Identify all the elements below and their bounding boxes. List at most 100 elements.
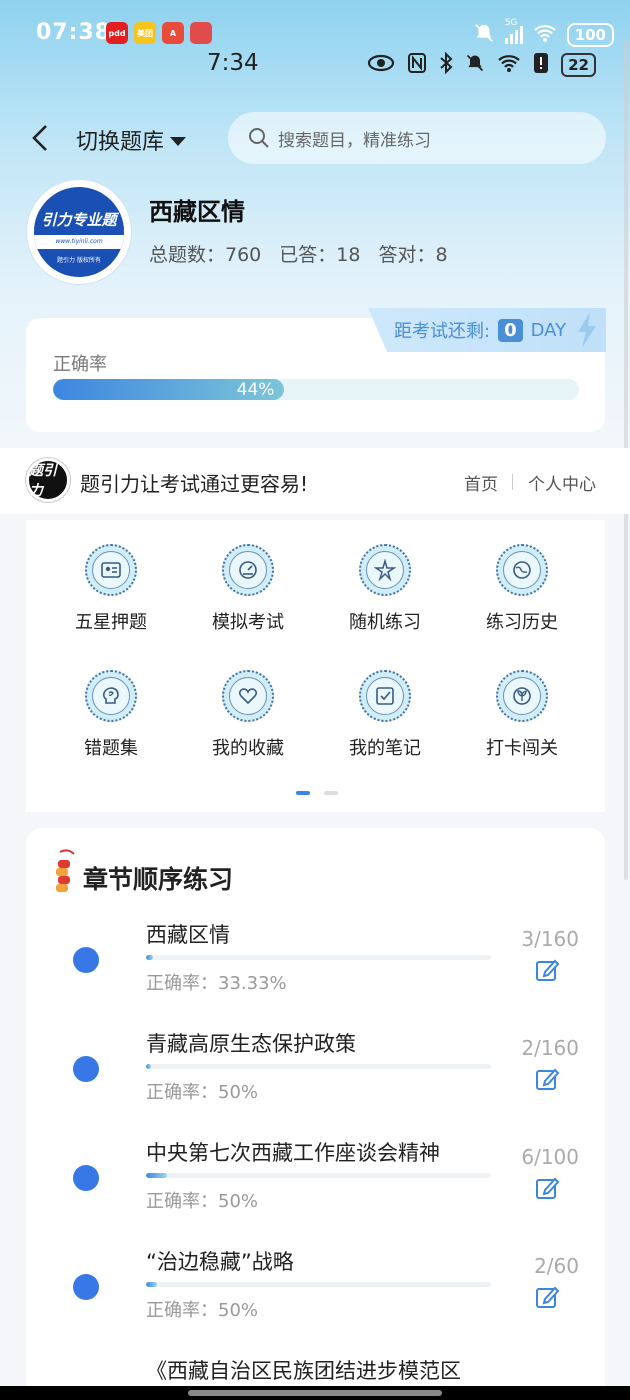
function-item[interactable]: 随机练习 <box>325 544 445 634</box>
function-item[interactable]: 我的收藏 <box>188 670 308 760</box>
chapter-accuracy: 正确率：50% <box>146 1191 259 1212</box>
globe-history-icon <box>496 544 548 596</box>
chapter-row[interactable]: 中央第七次西藏工作座谈会精神 正确率：50% 6/100 <box>26 1137 605 1246</box>
chapter-accuracy: 正确率：50% <box>146 1082 259 1103</box>
chapter-accuracy: 正确率：50% <box>146 1300 259 1321</box>
page-dot-active[interactable] <box>296 791 310 795</box>
nfc-icon <box>407 52 427 78</box>
chapter-accuracy: 正确率：33.33% <box>146 973 287 994</box>
edit-icon[interactable] <box>535 1284 561 1310</box>
id-card-icon <box>85 544 137 596</box>
chapter-progress-bar <box>146 1173 491 1178</box>
inner-status-time: 7:34 <box>207 50 259 76</box>
chapter-count: 2/60 <box>534 1254 579 1278</box>
edit-icon[interactable] <box>535 957 561 983</box>
chapter-progress-fill <box>146 955 153 960</box>
chapter-row[interactable]: 青藏高原生态保护政策 正确率：50% 2/160 <box>26 1028 605 1137</box>
brand-logo: 题引力 <box>26 458 70 502</box>
function-label: 模拟考试 <box>212 612 284 633</box>
chevron-left-icon <box>32 125 47 151</box>
exam-countdown: 距考试还剩: 0 DAY <box>368 308 606 352</box>
chapter-progress-fill <box>146 1064 152 1069</box>
chapter-name: 《西藏自治区民族团结进步模范区 <box>146 1359 461 1383</box>
function-item[interactable]: 练习历史 <box>462 544 582 634</box>
search-input[interactable]: 搜索题目，精准练习 <box>228 112 606 164</box>
subject-stats: 总题数：760 已答：18 答对：8 <box>149 240 448 267</box>
subject-title: 西藏区情 <box>149 198 245 226</box>
function-label: 五星押题 <box>75 612 147 633</box>
firecracker-icon <box>54 848 78 898</box>
app-icon-a: A <box>162 22 184 44</box>
search-placeholder: 搜索题目，精准练习 <box>278 130 431 151</box>
chapter-row[interactable]: 西藏区情正确率：33.33% 3/160 <box>26 919 605 1028</box>
eye-icon <box>367 53 395 77</box>
checkbox-note-icon <box>359 670 411 722</box>
mute-bell-icon <box>473 22 495 48</box>
edit-icon[interactable] <box>535 1066 561 1092</box>
function-label: 随机练习 <box>349 612 421 633</box>
countdown-value: 0 <box>498 318 523 342</box>
home-indicator[interactable] <box>188 1390 442 1396</box>
correct-count: 答对：8 <box>378 244 448 266</box>
chapter-bullet <box>73 1274 99 1300</box>
outer-status-time: 07:38 <box>36 20 112 45</box>
subject-logo: 引力专业题 www.tiyinli.com 题引力 版权所有 <box>27 180 131 284</box>
switch-bank-label: 切换题库 <box>76 130 165 155</box>
countdown-unit: DAY <box>530 319 567 341</box>
chapter-count: 6/100 <box>521 1145 579 1169</box>
chapter-bullet <box>73 1165 99 1191</box>
logo-rights: 题引力 版权所有 <box>57 257 101 264</box>
mute-bell-icon <box>465 53 485 77</box>
total-questions: 总题数：760 <box>149 244 262 266</box>
nav-divider <box>512 474 513 490</box>
chapter-progress-fill <box>146 1282 158 1287</box>
status-app-icons: pdd 美团 A <box>106 22 212 44</box>
function-item[interactable]: 五星押题 <box>51 544 171 634</box>
shuffle-star-icon <box>359 544 411 596</box>
app-icon-b <box>190 22 212 44</box>
function-item[interactable]: 打卡闯关 <box>462 670 582 760</box>
page-dot[interactable] <box>324 791 338 795</box>
logo-url: www.tiyinli.com <box>34 235 124 249</box>
nav-home-link[interactable]: 首页 <box>464 470 498 495</box>
chapter-bullet <box>73 947 99 973</box>
function-item[interactable]: 错题集 <box>51 670 171 760</box>
meituan-app-icon: 美团 <box>134 22 156 44</box>
chapter-progress-fill <box>146 1173 167 1178</box>
outer-battery: 100 <box>566 23 614 47</box>
wifi-icon <box>533 23 557 47</box>
back-button[interactable] <box>26 120 56 156</box>
alert-icon <box>533 52 549 78</box>
page-indicator <box>296 791 338 795</box>
bluetooth-icon <box>439 51 453 78</box>
function-label: 打卡闯关 <box>486 738 558 759</box>
speedometer-icon <box>222 544 274 596</box>
nav-personal-center-link[interactable]: 个人中心 <box>528 470 596 495</box>
chapter-row[interactable]: “治边稳藏”战略 正确率：50% 2/60 <box>26 1246 605 1355</box>
lightning-icon <box>578 312 597 348</box>
chapter-count: 3/160 <box>521 927 579 951</box>
inner-status-indicators: 22 <box>367 51 596 78</box>
pinduoduo-app-icon: pdd <box>106 22 128 44</box>
switch-bank-dropdown[interactable]: 切换题库 <box>76 124 187 156</box>
function-item[interactable]: 模拟考试 <box>188 544 308 634</box>
accuracy-progress-bar: 44% <box>53 379 579 400</box>
caret-down-icon <box>170 136 187 146</box>
function-label: 我的笔记 <box>349 738 421 759</box>
function-item[interactable]: 我的笔记 <box>325 670 445 760</box>
slogan-text: 题引力让考试通过更容易! <box>80 472 309 496</box>
function-label: 我的收藏 <box>212 738 284 759</box>
chapter-name: 西藏区情 <box>146 923 230 947</box>
search-icon <box>249 128 269 148</box>
brain-icon <box>85 670 137 722</box>
sprout-icon <box>496 670 548 722</box>
chapter-name: 青藏高原生态保护政策 <box>146 1032 356 1056</box>
function-label: 错题集 <box>84 738 138 759</box>
function-grid: 五星押题 模拟考试 随机练习 练习历史错题集 我的收藏 我的笔记 打卡闯关 <box>26 520 605 812</box>
function-label: 练习历史 <box>486 612 558 633</box>
accuracy-progress-fill: 44% <box>53 379 285 400</box>
wifi-icon <box>497 53 521 77</box>
outer-status-indicators: 5G 100 <box>473 18 614 48</box>
edit-icon[interactable] <box>535 1175 561 1201</box>
chapter-name: “治边稳藏”战略 <box>146 1250 294 1274</box>
